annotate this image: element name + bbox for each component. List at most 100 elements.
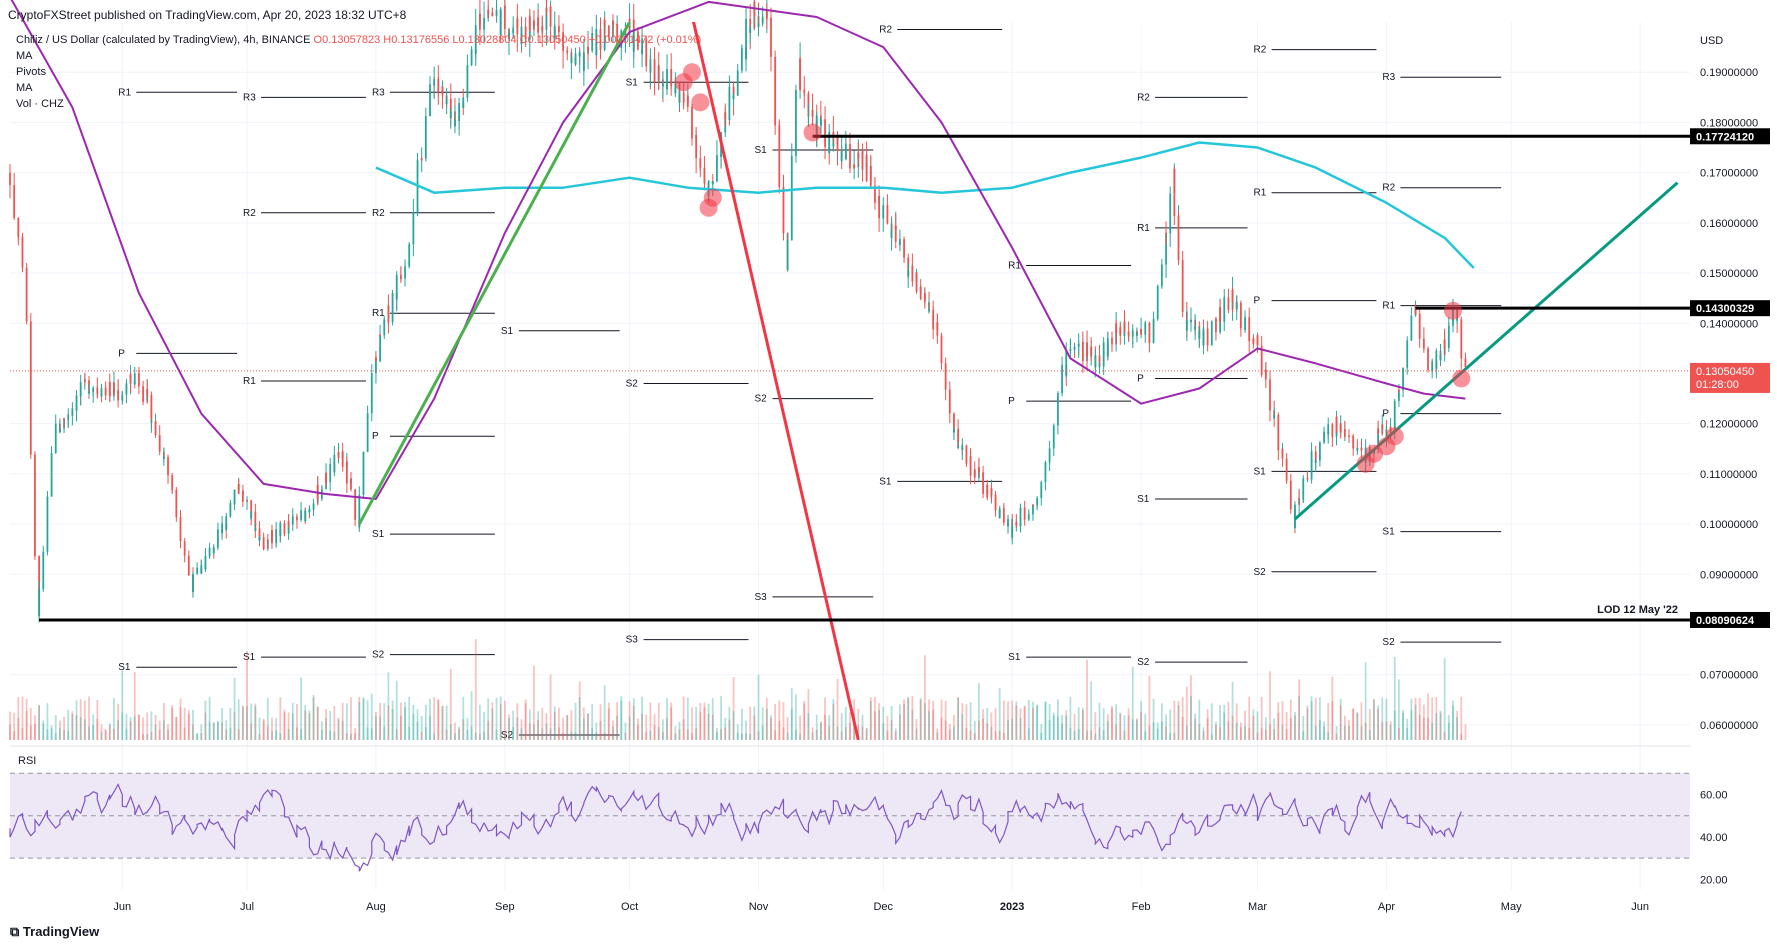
candle-body (973, 469, 976, 478)
price-axis-label: 0.12000000 (1700, 419, 1758, 431)
volume-bar (237, 729, 240, 740)
volume-bar (1027, 699, 1030, 740)
candle-body (383, 319, 386, 321)
volume-bar (790, 708, 793, 740)
candle-body (749, 28, 752, 33)
volume-bar (998, 687, 1001, 740)
candle-body (113, 382, 115, 394)
volume-bar (1227, 701, 1230, 740)
candle-body (150, 421, 153, 423)
volume-bar (1140, 712, 1142, 740)
price-chart[interactable]: R1 R3 R3R2 R2PR1R1S1S2S1S1S2S3S3PS1S2S2S1S1… (0, 0, 1777, 947)
volume-bar (578, 697, 581, 740)
volume-bar (811, 727, 814, 740)
volume-bar (229, 707, 232, 740)
symbol-title[interactable]: Chiliz / US Dollar (calculated by Tradin… (16, 34, 310, 46)
candle-body (857, 152, 860, 159)
volume-bar (1348, 719, 1350, 740)
candle-body (1422, 347, 1425, 349)
volume-bar (1252, 715, 1255, 740)
indicator-ma-1[interactable]: MA (16, 48, 701, 64)
candle-body (254, 528, 257, 531)
time-axis-label: Oct (621, 901, 638, 913)
volume-bar (38, 705, 41, 740)
candle-body (13, 203, 16, 218)
volume-bar (749, 733, 752, 740)
volume-bar (545, 713, 548, 740)
price-axis-label: 0.09000000 (1700, 569, 1758, 581)
volume-bar (83, 700, 86, 740)
volume-bar (1356, 712, 1359, 740)
volume-bar (840, 713, 843, 740)
pivot-label: R2 (1137, 92, 1150, 103)
candle-body (50, 453, 53, 473)
price-pane[interactable]: R1 R3 R3R2 R2PR1R1S1S2S1S1S2S3S3PS1S2S2S1S1… (9, 0, 1770, 890)
volume-bar (1239, 722, 1242, 740)
candle-body (1252, 338, 1255, 344)
volume-bar (1023, 705, 1026, 740)
candle-body (1081, 341, 1084, 362)
volume-bar (1061, 723, 1063, 740)
volume-bar (399, 715, 402, 740)
volume-bar (1206, 709, 1209, 740)
candle-body (1127, 332, 1130, 337)
horizontal-levels[interactable]: 0.17724120 0.14300329 0.08090624 LOD 12 May… (10, 128, 1770, 628)
volume-bar (603, 732, 606, 740)
volume-bar (1048, 703, 1051, 740)
candle-body (225, 516, 228, 530)
volume-bar (957, 697, 960, 740)
volume-bar (375, 711, 377, 740)
time-axis[interactable]: Jun Jul Aug Sep Oct Nov Dec 2023 Feb Mar Apr May Jun (113, 901, 1649, 913)
volume-bar (1052, 715, 1055, 740)
candle-body (886, 204, 889, 215)
volume-bar (325, 709, 327, 740)
volume-bar (1181, 697, 1184, 740)
volume-bar (296, 704, 298, 740)
volume-bar (167, 729, 169, 740)
candle-body (42, 551, 45, 573)
indicator-ma-2[interactable]: MA (16, 80, 701, 96)
candle-body (1002, 511, 1005, 523)
candle-body (483, 18, 485, 20)
volume-bar (1165, 726, 1167, 740)
pivot-label: S2 (1137, 657, 1150, 668)
volume-bar (1185, 725, 1188, 740)
volume-bar (495, 729, 498, 740)
candle-body (1360, 447, 1363, 451)
volume-bar (637, 724, 639, 740)
candle-body (362, 451, 365, 478)
candle-body (982, 486, 984, 494)
volume-bar (1460, 733, 1463, 740)
indicator-volume[interactable]: Vol · CHZ (16, 96, 701, 112)
rsi-pane[interactable]: RSI 60.00 40.00 20.00 (9, 745, 1728, 886)
candle-body (275, 529, 278, 541)
volume-bar (1248, 696, 1251, 740)
volume-bar (948, 729, 951, 740)
volume-bar (1040, 732, 1043, 740)
price-axis-label: 0.17000000 (1700, 168, 1758, 180)
candle-body (1165, 232, 1167, 234)
candle-body (479, 13, 481, 30)
volume-bar (308, 710, 311, 740)
candle-body (819, 119, 822, 126)
volume-bar (474, 732, 477, 740)
candle-body (75, 395, 78, 411)
volume-bar (379, 702, 381, 740)
volume-bar (412, 704, 415, 740)
rsi-axis-label: 40.00 (1700, 832, 1728, 844)
candle-body (1144, 323, 1147, 331)
volume-bar (591, 703, 594, 740)
volume-bar (869, 697, 872, 740)
time-axis-label: Jun (113, 901, 131, 913)
indicator-pivots[interactable]: Pivots (16, 64, 701, 80)
candle-body (241, 491, 244, 502)
candle-body (1285, 467, 1288, 481)
volume-bar (761, 707, 764, 740)
volume-bar (1406, 728, 1409, 740)
ohlc-values: O0.13057823 H0.13176556 L0.13028804 C0.1… (313, 34, 702, 46)
tradingview-logo[interactable]: ⧉ TradingView (10, 924, 99, 940)
volume-bar (1235, 722, 1238, 740)
candle-body (1331, 428, 1334, 437)
candle-body (890, 229, 893, 238)
candle-body (915, 272, 918, 292)
